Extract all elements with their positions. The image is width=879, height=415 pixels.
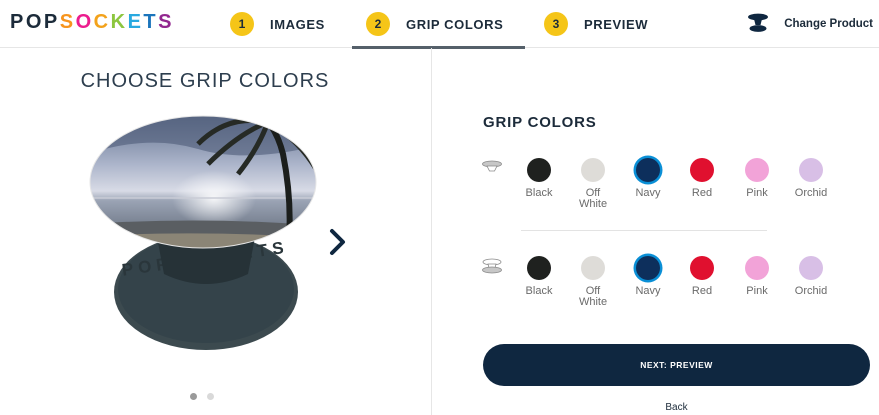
color-swatch-black[interactable]: Black [509,256,569,297]
color-swatch-navy[interactable]: Navy [618,256,678,297]
logo-letter: P [43,11,60,33]
chevron-right-icon [330,229,345,255]
logo-letter: T [143,11,159,33]
color-name: Black [525,285,553,297]
top-navigation: POPSOCKETS 1 IMAGES 2 GRIP COLORS 3 PREV… [0,0,879,49]
color-name: Pink [746,285,768,297]
color-circle [527,158,551,182]
top-color-row: Black Off White Navy Red Pink Orchid [481,158,841,222]
color-name: Navy [635,285,661,297]
color-name: Red [691,285,713,297]
step-number-badge: 1 [230,12,254,36]
color-selection-panel: GRIP COLORS Black Off White Navy Red Pin… [433,48,879,415]
color-swatch-navy[interactable]: Navy [618,158,678,199]
logo-letter: O [75,11,94,33]
next-preview-button[interactable]: NEXT: PREVIEW [483,344,870,386]
color-swatch-off-white[interactable]: Off White [563,158,623,210]
preview-panel: CHOOSE GRIP COLORS POPSOCKETS [0,48,432,415]
color-circle-selected [636,256,660,280]
logo-letter: S [158,11,174,33]
color-swatch-pink[interactable]: Pink [727,256,787,297]
logo-letter: E [127,11,144,33]
color-circle [745,158,769,182]
row-divider [521,230,767,231]
step-grip-colors[interactable]: 2 GRIP COLORS [351,0,526,49]
color-name: Orchid [794,285,828,297]
page-title: CHOOSE GRIP COLORS [80,70,330,92]
color-swatch-orchid[interactable]: Orchid [781,158,841,199]
step-number-badge: 3 [544,12,568,36]
popsockets-logo[interactable]: POPSOCKETS [10,11,174,34]
carousel-next-button[interactable] [324,224,352,260]
change-product-link[interactable]: Change Product [746,0,873,48]
grip-base-icon [482,258,502,274]
color-name: Pink [746,187,768,199]
step-label: IMAGES [270,16,325,32]
color-name: Off White [578,285,608,308]
color-swatch-off-white[interactable]: Off White [563,256,623,308]
color-name: Red [691,187,713,199]
color-circle [799,256,823,280]
carousel-dots [190,393,214,400]
change-product-label: Change Product [784,18,873,30]
color-name: Off White [578,187,608,210]
logo-letter: P [10,11,26,33]
color-swatch-pink[interactable]: Pink [727,158,787,199]
logo-letter: O [25,11,44,33]
color-name: Black [525,187,553,199]
grip-top-icon [482,160,502,172]
color-circle [527,256,551,280]
color-circle [690,158,714,182]
carousel-dot-active[interactable] [190,393,197,400]
color-circle [799,158,823,182]
color-swatch-red[interactable]: Red [672,256,732,297]
step-label: GRIP COLORS [406,16,504,32]
logo-letter: S [59,11,76,33]
step-images[interactable]: 1 IMAGES [230,0,325,48]
back-link[interactable]: Back [483,402,870,413]
popsocket-preview-image: POPSOCKETS [89,115,317,350]
grip-colors-heading: GRIP COLORS [483,114,597,131]
bottom-color-row: Black Off White Navy Red Pink Orchid [481,256,841,320]
logo-letter: K [110,11,128,33]
color-name: Navy [635,187,661,199]
color-circle [745,256,769,280]
color-swatch-black[interactable]: Black [509,158,569,199]
step-label: PREVIEW [584,16,649,32]
color-name: Orchid [794,187,828,199]
popsocket-product-icon [748,13,769,32]
color-circle [581,256,605,280]
color-circle [581,158,605,182]
color-circle-selected [636,158,660,182]
logo-letter: C [93,11,111,33]
carousel-dot[interactable] [207,393,214,400]
color-circle [690,256,714,280]
step-preview[interactable]: 3 PREVIEW [544,0,648,48]
color-swatch-red[interactable]: Red [672,158,732,199]
color-swatch-orchid[interactable]: Orchid [781,256,841,297]
step-number-badge: 2 [366,12,390,36]
